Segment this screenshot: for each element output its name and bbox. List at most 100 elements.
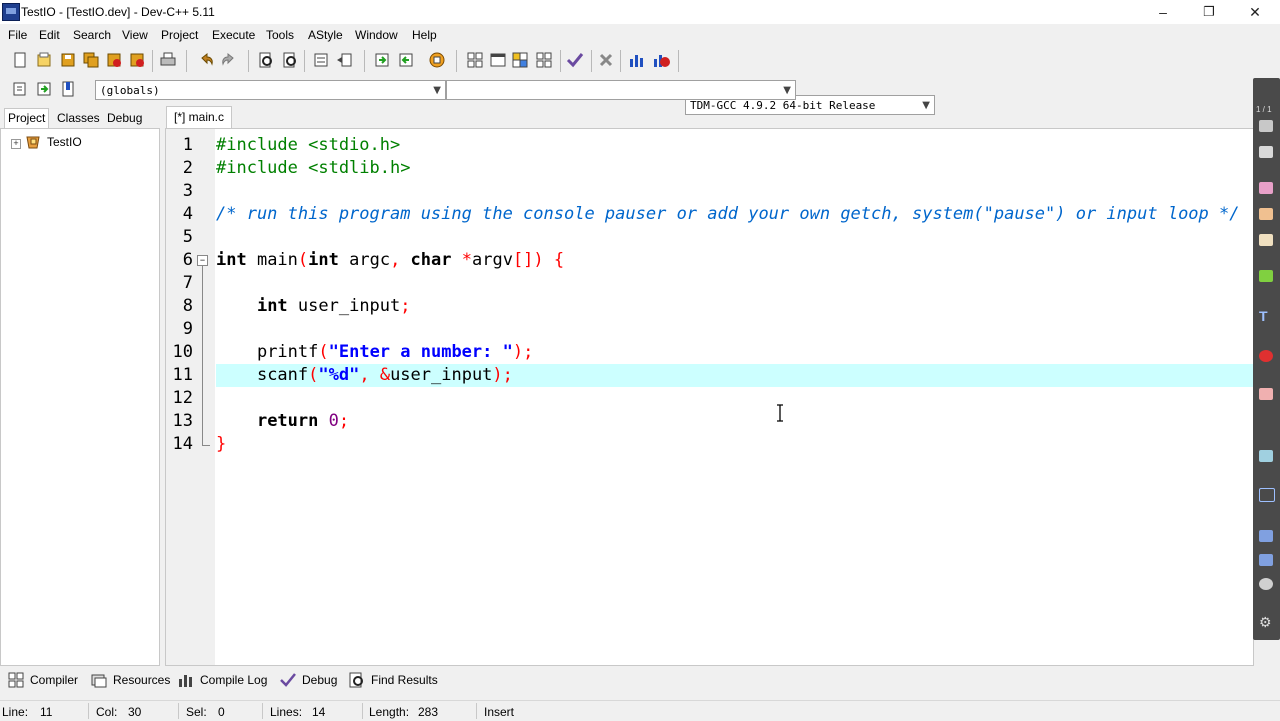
replace-icon[interactable] xyxy=(280,50,300,70)
symbol: , & xyxy=(359,365,391,385)
close-file-icon[interactable] xyxy=(104,50,124,70)
tab-project[interactable]: Project xyxy=(4,108,50,128)
minimize-button[interactable]: – xyxy=(1140,0,1186,24)
clear-tool-icon[interactable] xyxy=(1259,554,1273,566)
editor-tab-main-c[interactable]: [*] main.c xyxy=(166,106,232,129)
toolbar-separator xyxy=(186,50,187,72)
toggle-bookmark-icon[interactable] xyxy=(34,79,54,99)
status-divider xyxy=(178,703,179,719)
print-icon[interactable] xyxy=(158,50,178,70)
line-number: 3 xyxy=(182,181,193,201)
status-divider xyxy=(262,703,263,719)
menu-search[interactable]: Search xyxy=(73,28,111,42)
menu-file[interactable]: File xyxy=(8,28,27,42)
goto-back-icon[interactable] xyxy=(396,50,416,70)
marker-tool-icon[interactable] xyxy=(1259,270,1273,282)
undo-icon[interactable] xyxy=(196,50,216,70)
menu-window[interactable]: Window xyxy=(355,28,398,42)
indent-icon[interactable] xyxy=(311,50,331,70)
menu-edit[interactable]: Edit xyxy=(39,28,60,42)
current-code-line: scanf("%d", &user_input); xyxy=(216,364,1253,387)
eraser-tool-icon[interactable] xyxy=(1259,182,1273,194)
menu-tools[interactable]: Tools xyxy=(266,28,294,42)
find-icon[interactable] xyxy=(256,50,276,70)
new-file-icon[interactable] xyxy=(10,50,30,70)
annotation-sidebar: 1 / 1 T ⚙ xyxy=(1253,78,1280,640)
code-area[interactable]: #include <stdio.h> #include <stdlib.h> /… xyxy=(216,129,1253,665)
shape-tool-icon[interactable] xyxy=(1259,350,1273,362)
chevron-down-icon: ▼ xyxy=(783,85,791,96)
string: "Enter a number: " xyxy=(328,342,513,362)
settings-gear-icon[interactable]: ⚙ xyxy=(1259,615,1273,629)
code-line: int user_input; xyxy=(216,295,1253,318)
tab-debug-output[interactable]: Debug xyxy=(302,673,337,687)
redo-icon[interactable] xyxy=(219,50,239,70)
undo-tool-icon[interactable] xyxy=(1259,530,1273,542)
menu-view[interactable]: View xyxy=(122,28,148,42)
tab-find-results[interactable]: Find Results xyxy=(371,673,438,687)
eraser-pink-tool-icon[interactable] xyxy=(1259,388,1273,400)
unindent-icon[interactable] xyxy=(334,50,354,70)
line-number: 12 xyxy=(172,388,193,408)
close-all-icon[interactable] xyxy=(127,50,147,70)
fold-line xyxy=(202,266,203,446)
symbol: * xyxy=(451,250,472,270)
menu-project[interactable]: Project xyxy=(161,28,198,42)
tab-debug[interactable]: Debug xyxy=(104,109,145,128)
compile-icon[interactable] xyxy=(465,50,485,70)
number: 0 xyxy=(318,411,339,431)
text-tool-icon[interactable]: T xyxy=(1259,309,1273,323)
code-editor[interactable]: 1 2 3 4 5 6 7 8 9 10 11 12 13 14 − #incl… xyxy=(165,128,1254,666)
compile-run-icon[interactable] xyxy=(510,50,530,70)
profile-icon[interactable] xyxy=(627,50,647,70)
tree-root-label[interactable]: TestIO xyxy=(47,135,82,149)
bookmark-icon[interactable] xyxy=(427,50,447,70)
syntax-check-icon[interactable] xyxy=(565,50,585,70)
record-tool-icon[interactable] xyxy=(1259,578,1273,590)
highlighter-tool-icon[interactable] xyxy=(1259,208,1273,220)
tree-expander[interactable]: + xyxy=(11,139,21,149)
goto-bookmark-icon[interactable] xyxy=(58,79,78,99)
rebuild-icon[interactable] xyxy=(534,50,554,70)
goto-icon[interactable] xyxy=(372,50,392,70)
tab-compiler[interactable]: Compiler xyxy=(30,673,78,687)
save-icon[interactable] xyxy=(58,50,78,70)
restore-button[interactable]: ❐ xyxy=(1186,0,1232,24)
tab-classes[interactable]: Classes xyxy=(54,109,103,128)
status-divider xyxy=(476,703,477,719)
tab-compile-log[interactable]: Compile Log xyxy=(200,673,267,687)
fold-toggle[interactable]: − xyxy=(197,255,208,266)
scope-select[interactable]: (globals) ▼ xyxy=(95,80,446,100)
symbol: []) { xyxy=(512,250,565,270)
status-col-label: Col: xyxy=(96,705,118,719)
select-tool-icon[interactable] xyxy=(1259,120,1273,132)
status-insert-mode: Insert xyxy=(484,705,515,719)
compile-log-icon xyxy=(179,675,192,687)
save-all-icon[interactable] xyxy=(81,50,101,70)
close-button[interactable]: ✕ xyxy=(1232,0,1278,24)
class-toolbar: (globals) ▼ ▼ xyxy=(0,76,1280,104)
window-title: TestIO - [TestIO.dev] - Dev-C++ 5.11 xyxy=(21,5,215,19)
line-number: 10 xyxy=(172,342,193,362)
page-tool-icon[interactable] xyxy=(1259,146,1273,158)
menu-execute[interactable]: Execute xyxy=(212,28,255,42)
sidebar-page-indicator: 1 / 1 xyxy=(1256,105,1272,114)
open-file-icon[interactable] xyxy=(34,50,54,70)
tab-resources[interactable]: Resources xyxy=(113,673,170,687)
line-number: 2 xyxy=(182,158,193,178)
pointer-tool-icon[interactable] xyxy=(1259,488,1275,502)
stop-icon[interactable] xyxy=(596,50,616,70)
menu-help[interactable]: Help xyxy=(412,28,437,42)
delete-profile-icon[interactable] xyxy=(651,50,671,70)
menu-astyle[interactable]: AStyle xyxy=(308,28,343,42)
status-line-label: Line: xyxy=(2,705,29,719)
run-icon[interactable] xyxy=(488,50,508,70)
line-number: 5 xyxy=(182,227,193,247)
function-select[interactable]: ▼ xyxy=(446,80,796,100)
pencil-tool-icon[interactable] xyxy=(1259,234,1273,246)
identifier: user_input xyxy=(287,296,401,316)
symbol: , xyxy=(390,250,401,270)
screen-tool-icon[interactable] xyxy=(1259,450,1273,462)
insert-icon[interactable] xyxy=(10,79,30,99)
identifier: printf xyxy=(256,342,319,362)
